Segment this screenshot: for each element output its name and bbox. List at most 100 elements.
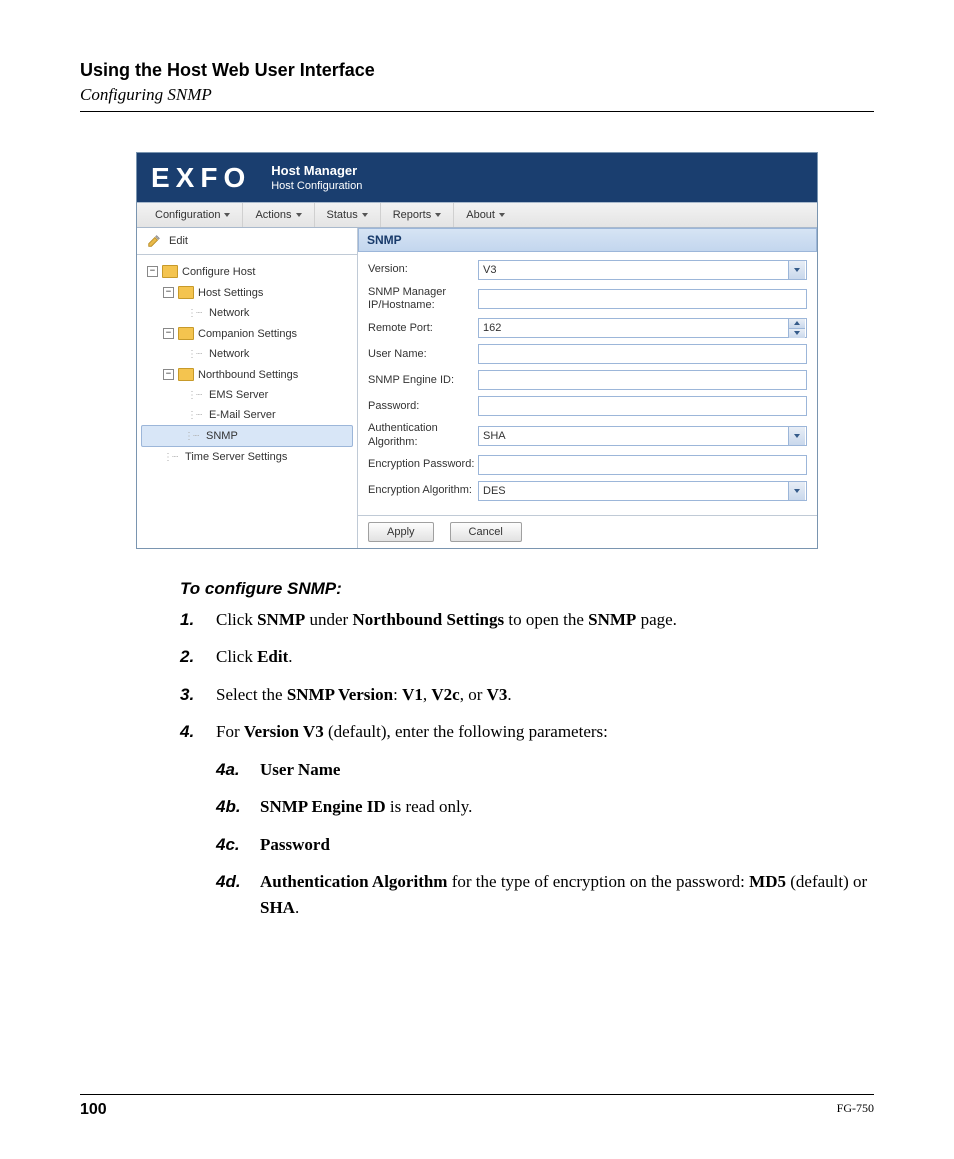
- tree-configure-host[interactable]: Configure Host: [141, 261, 353, 282]
- menubar: Configuration Actions Status Reports Abo…: [137, 202, 817, 228]
- menu-status[interactable]: Status: [315, 203, 381, 227]
- tree-label: Companion Settings: [198, 328, 297, 340]
- tree-snmp[interactable]: ⋮┈ SNMP: [141, 425, 353, 447]
- step-4a: 4a. User Name: [216, 757, 874, 783]
- folder-icon: [162, 265, 178, 278]
- step-number: 2.: [180, 644, 216, 670]
- app-banner: EXFO Host Manager Host Configuration: [137, 153, 817, 202]
- collapse-icon[interactable]: [163, 369, 174, 380]
- step-4d: 4d. Authentication Algorithm for the typ…: [216, 869, 874, 920]
- nav-tree: Configure Host Host Settings ⋮┈Network C…: [137, 255, 357, 479]
- label-version: Version:: [368, 263, 478, 276]
- header-rule: [80, 111, 874, 112]
- dropdown-button-icon[interactable]: [788, 482, 805, 500]
- menu-label: About: [466, 209, 495, 221]
- select-auth-alg[interactable]: SHA: [478, 426, 807, 446]
- menu-label: Reports: [393, 209, 432, 221]
- model-number: FG-750: [837, 1101, 874, 1119]
- tree-label: Configure Host: [182, 266, 255, 278]
- tree-host-network[interactable]: ⋮┈Network: [141, 303, 353, 323]
- caret-down-icon: [435, 213, 441, 217]
- collapse-icon[interactable]: [163, 328, 174, 339]
- collapse-icon[interactable]: [163, 287, 174, 298]
- tree-host-settings[interactable]: Host Settings: [141, 282, 353, 303]
- input-mgr[interactable]: [478, 289, 807, 309]
- step-3: 3. Select the SNMP Version: V1, V2c, or …: [180, 682, 874, 708]
- step-number: 3.: [180, 682, 216, 708]
- menu-configuration[interactable]: Configuration: [143, 203, 243, 227]
- page-number: 100: [80, 1101, 107, 1119]
- menu-about[interactable]: About: [454, 203, 517, 227]
- sidebar: Edit Configure Host Host Settings ⋮┈Netw…: [137, 228, 358, 548]
- tree-connector-icon: ⋮┈: [187, 390, 201, 401]
- tree-northbound-settings[interactable]: Northbound Settings: [141, 364, 353, 385]
- label-auth-alg: Authentication Algorithm:: [368, 422, 478, 448]
- label-enc-alg: Encryption Algorithm:: [368, 484, 478, 497]
- exfo-logo: EXFO: [151, 164, 251, 192]
- step-4: 4. For Version V3 (default), enter the f…: [180, 719, 874, 745]
- section-subtitle: Configuring SNMP: [80, 85, 874, 105]
- label-password: Password:: [368, 400, 478, 413]
- input-port[interactable]: 162: [478, 318, 807, 338]
- input-enc-pw[interactable]: [478, 455, 807, 475]
- label-mgr: SNMP Manager IP/Hostname:: [368, 286, 478, 312]
- tree-label: Time Server Settings: [185, 451, 287, 463]
- tree-label: Network: [209, 307, 249, 319]
- pencil-icon: [147, 234, 161, 248]
- select-version[interactable]: V3: [478, 260, 807, 280]
- substep-number: 4d.: [216, 869, 260, 920]
- substep-number: 4a.: [216, 757, 260, 783]
- folder-icon: [178, 327, 194, 340]
- procedure-title: To configure SNMP:: [180, 579, 874, 599]
- caret-down-icon: [224, 213, 230, 217]
- collapse-icon[interactable]: [147, 266, 158, 277]
- tree-label: Host Settings: [198, 287, 263, 299]
- caret-down-icon: [296, 213, 302, 217]
- tree-label: E-Mail Server: [209, 409, 276, 421]
- menu-reports[interactable]: Reports: [381, 203, 455, 227]
- tree-connector-icon: ⋮┈: [184, 431, 198, 442]
- tree-label: SNMP: [206, 430, 238, 442]
- tree-time-server[interactable]: ⋮┈ Time Server Settings: [141, 447, 353, 467]
- step-number: 4.: [180, 719, 216, 745]
- step-number: 1.: [180, 607, 216, 633]
- substep-number: 4c.: [216, 832, 260, 858]
- menu-label: Status: [327, 209, 358, 221]
- step-1: 1. Click SNMP under Northbound Settings …: [180, 607, 874, 633]
- input-engine[interactable]: [478, 370, 807, 390]
- dropdown-button-icon[interactable]: [788, 427, 805, 445]
- menu-label: Configuration: [155, 209, 220, 221]
- tree-connector-icon: ⋮┈: [163, 452, 177, 463]
- dropdown-button-icon[interactable]: [788, 261, 805, 279]
- edit-button[interactable]: Edit: [137, 228, 357, 255]
- app-subtitle: Host Configuration: [271, 180, 362, 192]
- menu-actions[interactable]: Actions: [243, 203, 314, 227]
- step-2: 2. Click Edit.: [180, 644, 874, 670]
- substep-number: 4b.: [216, 794, 260, 820]
- input-user[interactable]: [478, 344, 807, 364]
- form-pane: SNMP Version: V3 SNMP Manager IP/Hostnam…: [358, 228, 817, 548]
- step-4b: 4b. SNMP Engine ID is read only.: [216, 794, 874, 820]
- tree-label: Northbound Settings: [198, 369, 298, 381]
- cancel-button[interactable]: Cancel: [450, 522, 522, 542]
- apply-button[interactable]: Apply: [368, 522, 434, 542]
- app-screenshot: EXFO Host Manager Host Configuration Con…: [136, 152, 818, 549]
- caret-down-icon: [362, 213, 368, 217]
- step-4c: 4c. Password: [216, 832, 874, 858]
- menu-label: Actions: [255, 209, 291, 221]
- folder-icon: [178, 286, 194, 299]
- tree-email-server[interactable]: ⋮┈E-Mail Server: [141, 405, 353, 425]
- tree-ems-server[interactable]: ⋮┈EMS Server: [141, 385, 353, 405]
- edit-label: Edit: [169, 235, 188, 247]
- tree-label: Network: [209, 348, 249, 360]
- spinner-icon[interactable]: [788, 319, 805, 338]
- chapter-title: Using the Host Web User Interface: [80, 60, 874, 81]
- input-password[interactable]: [478, 396, 807, 416]
- label-user: User Name:: [368, 348, 478, 361]
- app-title: Host Manager: [271, 163, 362, 178]
- select-enc-alg[interactable]: DES: [478, 481, 807, 501]
- tree-companion-settings[interactable]: Companion Settings: [141, 323, 353, 344]
- tree-companion-network[interactable]: ⋮┈Network: [141, 344, 353, 364]
- label-engine: SNMP Engine ID:: [368, 374, 478, 387]
- input-value: 162: [483, 322, 501, 334]
